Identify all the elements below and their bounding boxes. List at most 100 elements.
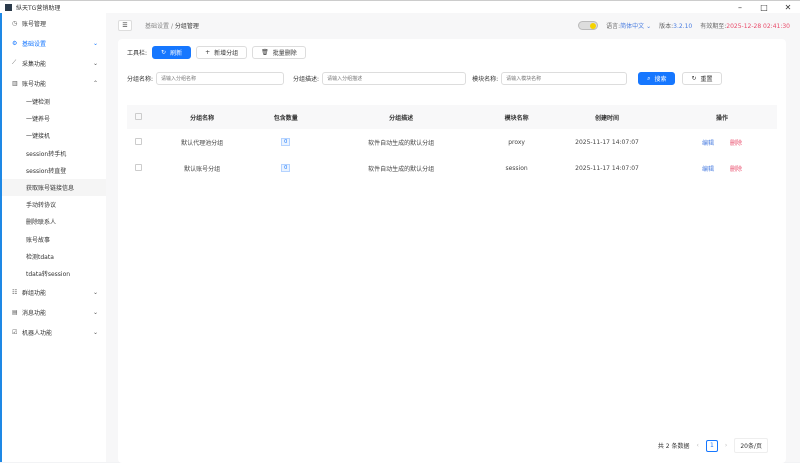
select-all-checkbox[interactable] [135,113,142,120]
page-size-select[interactable]: 20条/页 [734,438,768,453]
module-name-input[interactable] [501,72,627,85]
group-name: 默认代理池分组 [149,129,255,155]
search-icon: ⌕ [647,75,650,83]
collapse-sidebar-button[interactable]: ☰ [118,20,132,31]
row-checkbox[interactable] [135,164,142,171]
sidebar-item-basic-settings[interactable]: ⚙基础设置 ⌄ [2,33,106,53]
group-desc: 软件自动生成的默认分组 [316,129,486,155]
sidebar-item-group[interactable]: ☷群组功能 ⌄ [2,282,106,302]
plus-icon: + [205,49,210,56]
reset-icon: ↻ [691,75,696,82]
sidebar-item-label: 账号管理 [22,19,46,28]
submenu-item[interactable]: tdata转session [2,265,106,282]
submenu-item[interactable]: 一键检测 [2,93,106,110]
add-group-button[interactable]: + 新增分组 [196,46,247,59]
refresh-button[interactable]: ↻ 刷新 [152,46,191,59]
top-bar: ☰ 基础设置 / 分组管理 语言:简体中文 ⌄ 版本:3.2.10 有效期至:2… [106,13,800,37]
sidebar-item-label: 基础设置 [22,39,46,48]
list-icon: ☷ [12,289,22,296]
account-functions-submenu: 一键检测 一键养号 一键接机 session转手机 session转直登 获取账… [2,93,106,282]
chevron-down-icon: ⌄ [93,289,98,296]
expiry-label: 有效期至: [700,23,726,30]
delete-link[interactable]: 删除 [730,166,742,173]
created-time: 2025-11-17 14:07:07 [547,155,667,181]
breadcrumb-current: 分组管理 [175,23,199,30]
sidebar-item-account-functions[interactable]: ▥账号功能 ⌃ [2,73,106,93]
close-button[interactable]: ✕ [776,3,800,12]
pagination: 共 2 条数据 ‹ 1 › 20条/页 [658,438,768,453]
app-icon [5,4,12,11]
sidebar-item-message[interactable]: ▤消息功能⌄ [2,302,106,322]
next-page-button[interactable]: › [725,442,727,449]
submenu-item[interactable]: 删除联系人 [2,213,106,230]
refresh-label: 刷新 [170,48,182,57]
column-header: 分组名称 [149,105,255,129]
submenu-item[interactable]: 手动转协议 [2,196,106,213]
chevron-up-icon: ⌃ [93,80,98,87]
submenu-item[interactable]: 获取账号链接信息 [2,179,106,196]
minimize-button[interactable]: – [728,3,752,12]
chevron-down-icon: ⌄ [93,309,98,316]
filter-bar: 分组名称: 分组描述: 模块名称: ⌕搜索 ↻重置 [127,72,722,85]
version-value: 3.2.10 [673,23,692,30]
row-checkbox[interactable] [135,138,142,145]
column-header: 创建时间 [547,105,667,129]
search-button[interactable]: ⌕搜索 [638,72,675,85]
group-desc-label: 分组描述: [293,74,319,83]
sidebar: ◷账号管理 ⚙基础设置 ⌄ ⟋采集功能⌄ ▥账号功能 ⌃ 一键检测 一键养号 一键接… [0,13,106,462]
group-name-input[interactable] [156,72,284,85]
chevron-down-icon: ⌄ [93,40,98,47]
toolbar-label: 工具栏: [127,48,147,57]
sidebar-item-collect[interactable]: ⟋采集功能⌄ [2,53,106,73]
submenu-item[interactable]: 账号故事 [2,231,106,248]
breadcrumb: 基础设置 / 分组管理 [145,21,199,30]
module-name: session [486,155,547,181]
chevron-down-icon: ⌄ [93,60,98,67]
submenu-item[interactable]: session转直登 [2,162,106,179]
group-desc-input[interactable] [322,72,466,85]
count-badge: 0 [281,138,290,146]
group-name-label: 分组名称: [127,74,153,83]
submenu-item[interactable]: 检测tdata [2,248,106,265]
module-name-label: 模块名称: [472,74,498,83]
breadcrumb-item[interactable]: 基础设置 [145,23,169,30]
column-header: 包含数量 [255,105,316,129]
sidebar-item-bot[interactable]: ☑机器人功能⌄ [2,322,106,342]
language-select[interactable]: 简体中文 ⌄ [620,23,651,30]
submenu-item[interactable]: 一键接机 [2,127,106,144]
table-row: 默认代理池分组 0 软件自动生成的默认分组 proxy 2025-11-17 1… [127,129,777,155]
reset-button[interactable]: ↻重置 [682,72,721,85]
created-time: 2025-11-17 14:07:07 [547,129,667,155]
theme-toggle[interactable] [578,21,598,30]
sidebar-item-account-management[interactable]: ◷账号管理 [2,13,106,33]
sidebar-item-label: 账号功能 [22,79,46,88]
refresh-icon: ↻ [161,49,166,56]
delete-link[interactable]: 删除 [730,140,742,147]
breadcrumb-separator: / [171,23,173,30]
group-table: 分组名称 包含数量 分组描述 模块名称 创建时间 操作 默认代理池分组 0 软件… [127,105,777,181]
sidebar-item-label: 群组功能 [22,288,46,297]
submenu-item[interactable]: 一键养号 [2,110,106,127]
add-group-label: 新增分组 [214,48,238,57]
edit-link[interactable]: 编辑 [702,166,714,173]
language-label: 语言: [606,23,620,30]
sidebar-item-label: 机器人功能 [22,328,52,337]
trash-icon: 🗑 [261,49,269,56]
edit-link[interactable]: 编辑 [702,140,714,147]
bar-chart-icon: ▥ [12,80,22,87]
group-name: 默认账号分组 [149,155,255,181]
column-header: 模块名称 [486,105,547,129]
page-1-button[interactable]: 1 [706,440,718,452]
robot-icon: ☑ [12,329,22,336]
count-badge: 0 [281,164,290,172]
prev-page-button[interactable]: ‹ [697,442,699,449]
maximize-button[interactable]: □ [752,3,776,12]
main-content: ☰ 基础设置 / 分组管理 语言:简体中文 ⌄ 版本:3.2.10 有效期至:2… [106,13,800,462]
table-row: 默认账号分组 0 软件自动生成的默认分组 session 2025-11-17 … [127,155,777,181]
sidebar-item-label: 消息功能 [22,308,46,317]
batch-delete-button[interactable]: 🗑批量删除 [252,46,306,59]
clock-icon: ◷ [12,20,22,27]
gear-icon: ⚙ [12,40,22,47]
submenu-item[interactable]: session转手机 [2,145,106,162]
total-count: 共 2 条数据 [658,441,690,450]
